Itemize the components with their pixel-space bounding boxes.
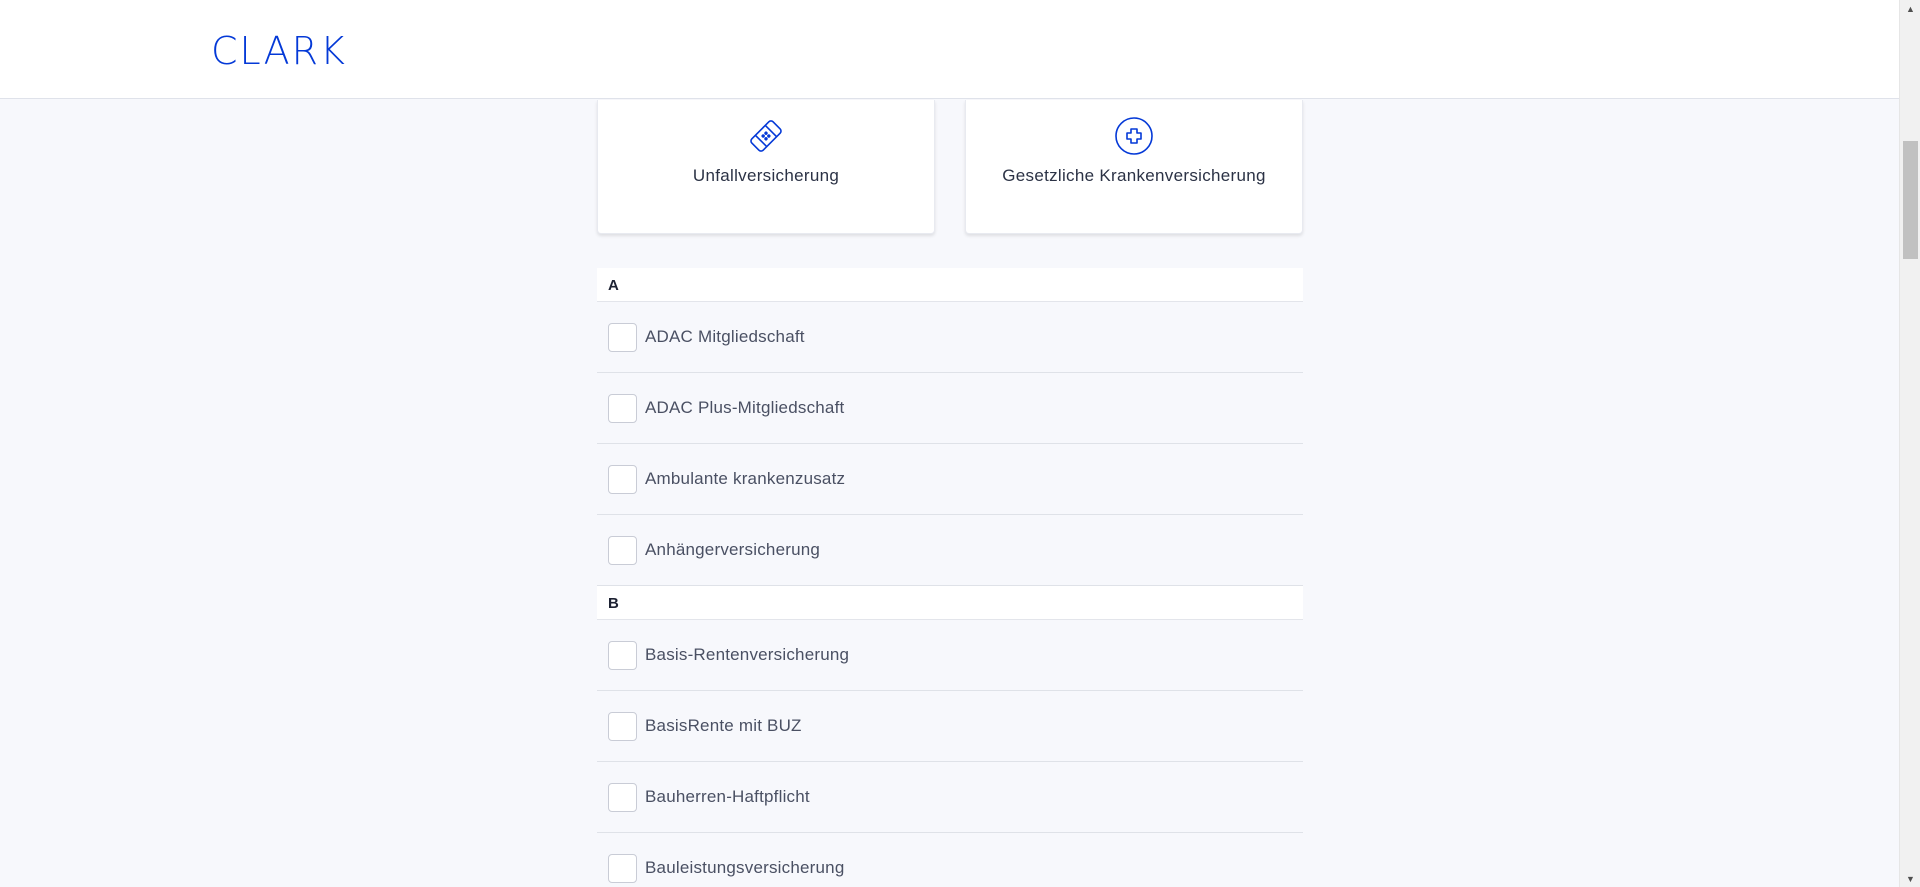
checkbox[interactable]	[608, 782, 637, 812]
top-band	[0, 100, 1899, 268]
checkbox[interactable]	[608, 464, 637, 494]
scroll-down-arrow-icon[interactable]: ▼	[1900, 870, 1920, 887]
list-item[interactable]: Anhängerversicherung	[597, 515, 1303, 586]
list-item[interactable]: ADAC Plus-Mitgliedschaft	[597, 373, 1303, 444]
card-label: Gesetzliche Krankenversicherung	[1002, 166, 1266, 185]
medical-cross-icon	[1114, 116, 1154, 156]
card-label: Unfallversicherung	[692, 166, 840, 185]
category-card-unfallversicherung[interactable]: Unfallversicherung	[597, 100, 935, 234]
checkbox[interactable]	[608, 640, 637, 670]
checkbox[interactable]	[608, 535, 637, 565]
list-item[interactable]: Bauleistungsversicherung	[597, 833, 1303, 887]
insurance-list: A ADAC Mitgliedschaft ADAC Plus-Mitglied…	[597, 268, 1303, 887]
section-header-b: B	[597, 586, 1303, 620]
top-header: CLARK	[0, 0, 1899, 99]
checkbox[interactable]	[608, 322, 637, 352]
clark-logo[interactable]: CLARK	[211, 29, 347, 73]
list-item[interactable]: Bauherren-Haftpflicht	[597, 762, 1303, 833]
checkbox[interactable]	[608, 853, 637, 883]
list-item[interactable]: Basis-Rentenversicherung	[597, 620, 1303, 691]
checkbox[interactable]	[608, 711, 637, 741]
list-item-label: Bauleistungsversicherung	[645, 858, 845, 877]
category-card-gesetzliche-krankenversicherung[interactable]: Gesetzliche Krankenversicherung	[965, 100, 1303, 234]
list-item-label: ADAC Mitgliedschaft	[645, 327, 805, 346]
bandage-icon	[746, 116, 786, 156]
list-item-label: ADAC Plus-Mitgliedschaft	[645, 398, 845, 417]
list-item-label: Bauherren-Haftpflicht	[645, 787, 810, 806]
section-header-a: A	[597, 268, 1303, 302]
list-item-label: Anhängerversicherung	[645, 540, 821, 559]
checkbox[interactable]	[608, 393, 637, 423]
list-item[interactable]: BasisRente mit BUZ	[597, 691, 1303, 762]
scrollbar-thumb[interactable]	[1903, 141, 1918, 259]
scroll-up-arrow-icon[interactable]: ▲	[1900, 0, 1920, 17]
list-item-label: Ambulante krankenzusatz	[645, 469, 846, 488]
vertical-scrollbar[interactable]: ▲ ▼	[1899, 0, 1920, 887]
list-item-label: BasisRente mit BUZ	[645, 716, 802, 735]
list-item[interactable]: ADAC Mitgliedschaft	[597, 302, 1303, 373]
list-item[interactable]: Ambulante krankenzusatz	[597, 444, 1303, 515]
list-item-label: Basis-Rentenversicherung	[645, 645, 850, 664]
